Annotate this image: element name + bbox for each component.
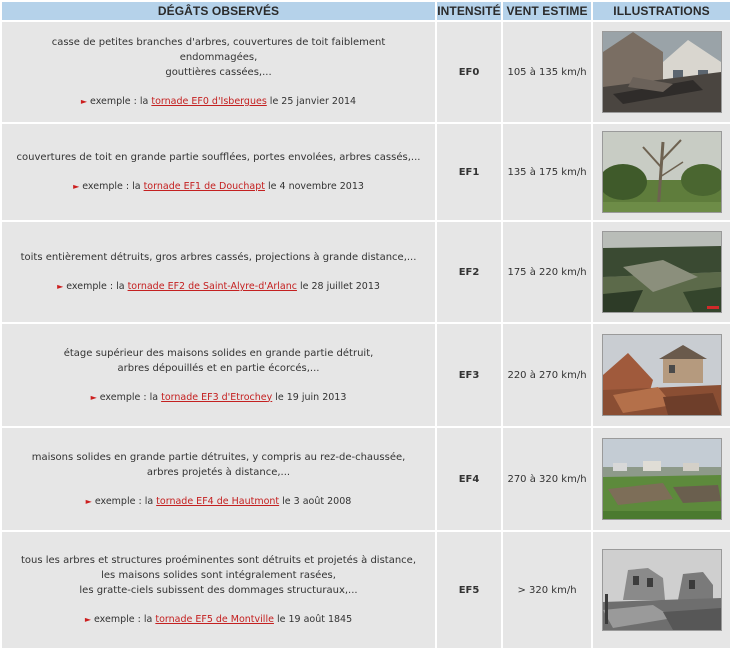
forest-damage-aerial-photo[interactable] xyxy=(601,231,722,313)
wind-cell: 135 à 175 km/h xyxy=(503,124,591,220)
header-intensity: INTENSITÉ xyxy=(437,2,501,20)
damage-cell: toits entièrement détruits, gros arbres … xyxy=(2,222,435,322)
house-roof-damage-photo[interactable] xyxy=(601,31,722,113)
damage-description: toits entièrement détruits, gros arbres … xyxy=(20,252,417,263)
illustration-cell xyxy=(593,324,730,426)
intensity-cell: EF2 xyxy=(437,222,501,322)
illustration-cell xyxy=(593,222,730,322)
intensity-cell: EF0 xyxy=(437,22,501,122)
wind-cell: 270 à 320 km/h xyxy=(503,428,591,530)
broken-trees-field-photo[interactable] xyxy=(601,131,722,213)
wind-cell: 220 à 270 km/h xyxy=(503,324,591,426)
ruined-building-bw-photo[interactable] xyxy=(601,549,722,631)
damage-cell: maisons solides en grande partie détruit… xyxy=(2,428,435,530)
damage-cell: étage supérieur des maisons solides en g… xyxy=(2,324,435,426)
bullet-arrow-icon: ► xyxy=(84,615,91,624)
table-row: maisons solides en grande partie détruit… xyxy=(2,428,730,530)
header-row: DÉGÂTS OBSERVÉS INTENSITÉ VENT ESTIME IL… xyxy=(2,2,730,20)
intensity-cell: EF5 xyxy=(437,532,501,648)
bullet-arrow-icon: ► xyxy=(85,496,92,506)
bullet-arrow-icon: ► xyxy=(80,97,88,106)
intensity-cell: EF1 xyxy=(437,124,501,220)
tornado-link[interactable]: tornade EF0 d'Isbergues xyxy=(151,96,266,107)
debris-field-town-photo[interactable] xyxy=(601,438,722,520)
header-wind: VENT ESTIME xyxy=(503,2,591,20)
ef-scale-table: DÉGÂTS OBSERVÉS INTENSITÉ VENT ESTIME IL… xyxy=(0,0,730,650)
example-line: ► exemple : la tornade EF4 de Hautmont le… xyxy=(85,495,352,507)
damage-description: maisons solides en grande partie détruit… xyxy=(31,451,406,478)
example-line: ► exemple : la tornade EF2 de Saint-Alyre… xyxy=(57,281,380,292)
tornado-link[interactable]: tornade EF2 de Saint-Alyre-d'Arlanc xyxy=(128,281,297,292)
damage-cell: couvertures de toit en grande partie sou… xyxy=(2,124,435,220)
tornado-link[interactable]: tornade EF1 de Douchapt xyxy=(144,181,265,192)
table-row: tous les arbres et structures proéminent… xyxy=(2,532,730,648)
example-line: ► exemple : la tornade EF5 de Montville l… xyxy=(84,614,353,625)
illustration-cell xyxy=(593,124,730,220)
damage-description: casse de petites branches d'arbres, couv… xyxy=(51,37,386,78)
example-line: ► exemple : la tornade EF1 de Douchapt le… xyxy=(73,181,364,192)
header-damage: DÉGÂTS OBSERVÉS xyxy=(2,2,435,20)
damage-cell: casse de petites branches d'arbres, couv… xyxy=(2,22,435,122)
table-row: casse de petites branches d'arbres, couv… xyxy=(2,22,730,122)
damage-description: étage supérieur des maisons solides en g… xyxy=(63,347,374,374)
damage-description: tous les arbres et structures proéminent… xyxy=(20,555,417,596)
example-line: ► exemple : la tornade EF3 d'Etrochey le … xyxy=(90,391,347,403)
tornado-link[interactable]: tornade EF3 d'Etrochey xyxy=(161,392,272,403)
bullet-arrow-icon: ► xyxy=(57,282,64,291)
wind-cell: > 320 km/h xyxy=(503,532,591,648)
example-line: ► exemple : la tornade EF0 d'Isbergues le… xyxy=(80,96,357,107)
table-row: toits entièrement détruits, gros arbres … xyxy=(2,222,730,322)
bullet-arrow-icon: ► xyxy=(90,392,97,402)
intensity-cell: EF4 xyxy=(437,428,501,530)
damage-cell: tous les arbres et structures proéminent… xyxy=(2,532,435,648)
table-row: étage supérieur des maisons solides en g… xyxy=(2,324,730,426)
table-row: couvertures de toit en grande partie sou… xyxy=(2,124,730,220)
tornado-link[interactable]: tornade EF5 de Montville xyxy=(155,614,274,625)
illustration-cell xyxy=(593,22,730,122)
header-illustrations: ILLUSTRATIONS xyxy=(593,2,730,20)
collapsed-brick-house-photo[interactable] xyxy=(601,334,722,416)
illustration-cell xyxy=(593,428,730,530)
illustration-cell xyxy=(593,532,730,648)
damage-description: couvertures de toit en grande partie sou… xyxy=(16,152,421,163)
intensity-cell: EF3 xyxy=(437,324,501,426)
wind-cell: 105 à 135 km/h xyxy=(503,22,591,122)
tornado-link[interactable]: tornade EF4 de Hautmont xyxy=(156,496,279,507)
wind-cell: 175 à 220 km/h xyxy=(503,222,591,322)
bullet-arrow-icon: ► xyxy=(73,182,80,191)
